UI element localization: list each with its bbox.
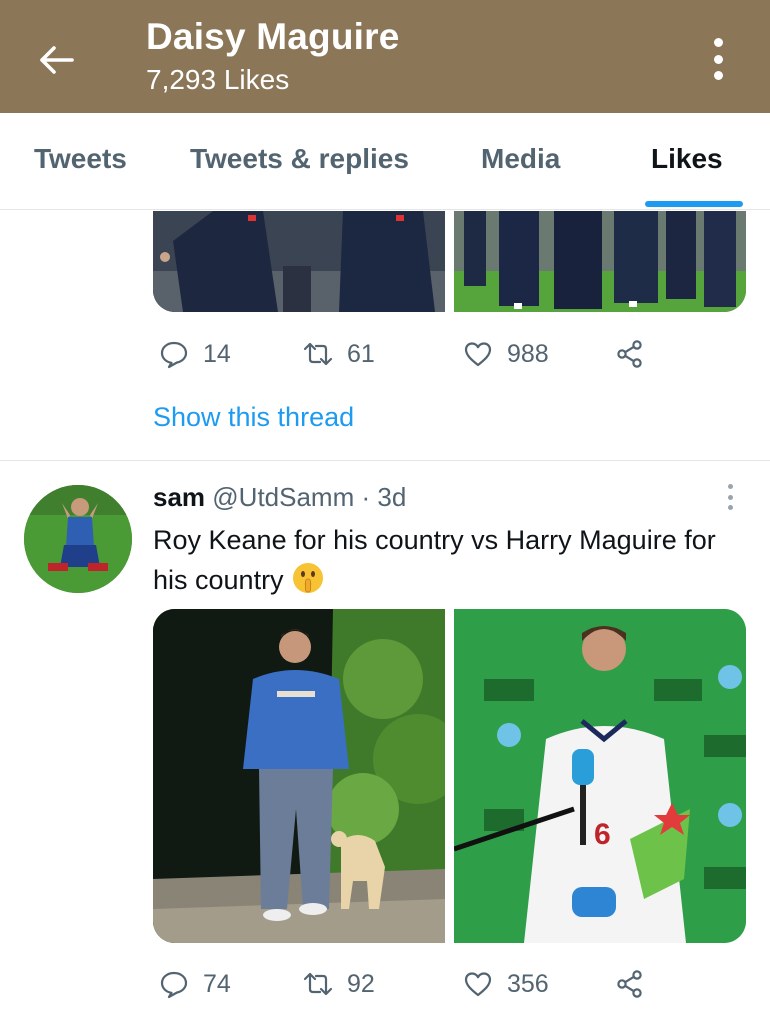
- like-button[interactable]: 988: [463, 334, 549, 374]
- reply-button[interactable]: 14: [159, 334, 231, 374]
- tab-likes[interactable]: Likes: [651, 143, 723, 175]
- tweet-2-media-2[interactable]: 6: [454, 609, 746, 943]
- reply-icon: [160, 341, 188, 369]
- retweet-icon: [303, 342, 333, 366]
- reply-count: 14: [203, 339, 231, 368]
- tweet-more-button[interactable]: [718, 484, 742, 510]
- tweet-1-media-2[interactable]: [454, 211, 746, 312]
- reply-count: 74: [203, 969, 231, 998]
- tweet-2-header: sam @UtdSamm · 3d: [153, 482, 406, 513]
- tweet-2-media-1[interactable]: [153, 609, 445, 943]
- retweet-button[interactable]: 61: [303, 334, 375, 374]
- tab-tweets[interactable]: Tweets: [34, 143, 127, 175]
- shushing-face-icon: [293, 563, 324, 593]
- reply-icon: [160, 971, 188, 999]
- likes-count: 7,293 Likes: [146, 64, 290, 95]
- training-photo-image: [153, 211, 445, 312]
- back-button[interactable]: [30, 34, 82, 86]
- arrow-left-icon: [40, 46, 74, 74]
- profile-name: Daisy Maguire: [146, 16, 400, 57]
- tab-tweets-and-replies[interactable]: Tweets & replies: [190, 143, 409, 175]
- heart-icon: [464, 342, 492, 367]
- share-icon: [617, 970, 642, 998]
- show-thread-link[interactable]: Show this thread: [153, 402, 354, 433]
- retweet-count: 61: [347, 339, 375, 368]
- tweet-time[interactable]: 3d: [377, 482, 406, 512]
- retweet-button[interactable]: 92: [303, 964, 375, 1004]
- profile-header: Daisy Maguire 7,293 Likes: [0, 0, 770, 113]
- tweet-text: Roy Keane for his country vs Harry Magui…: [153, 520, 753, 600]
- svg-text:6: 6: [594, 818, 611, 851]
- like-button[interactable]: 356: [463, 964, 549, 1004]
- tweet-1-actions: 14 61 988: [153, 334, 653, 374]
- tab-media[interactable]: Media: [481, 143, 560, 175]
- tweet-body: Roy Keane for his country vs Harry Magui…: [153, 525, 716, 595]
- author-handle[interactable]: @UtdSamm: [212, 482, 354, 512]
- like-count: 988: [507, 339, 549, 368]
- share-icon: [617, 340, 642, 368]
- harry-maguire-photo-image: 6: [454, 609, 746, 943]
- roy-keane-photo-image: [153, 609, 445, 943]
- retweet-icon: [303, 972, 333, 996]
- active-tab-indicator: [645, 201, 743, 207]
- tweet-1-media-1[interactable]: [153, 211, 445, 312]
- author-name[interactable]: sam: [153, 482, 205, 512]
- share-button[interactable]: [615, 964, 645, 1004]
- profile-tabs: Tweets Tweets & replies Media Likes: [0, 113, 770, 210]
- share-button[interactable]: [615, 334, 645, 374]
- more-vertical-icon: [713, 38, 723, 47]
- avatar[interactable]: [24, 485, 132, 593]
- tweet-divider: [0, 460, 770, 461]
- like-count: 356: [507, 969, 549, 998]
- retweet-count: 92: [347, 969, 375, 998]
- more-options-button[interactable]: [700, 36, 736, 82]
- heart-icon: [464, 972, 492, 997]
- reply-button[interactable]: 74: [159, 964, 231, 1004]
- avatar-image: [24, 485, 132, 593]
- tweet-2-actions: 74 92 356: [153, 964, 653, 1004]
- squad-training-image: [454, 211, 746, 312]
- separator-dot: ·: [361, 482, 371, 512]
- more-vertical-icon: [727, 484, 733, 489]
